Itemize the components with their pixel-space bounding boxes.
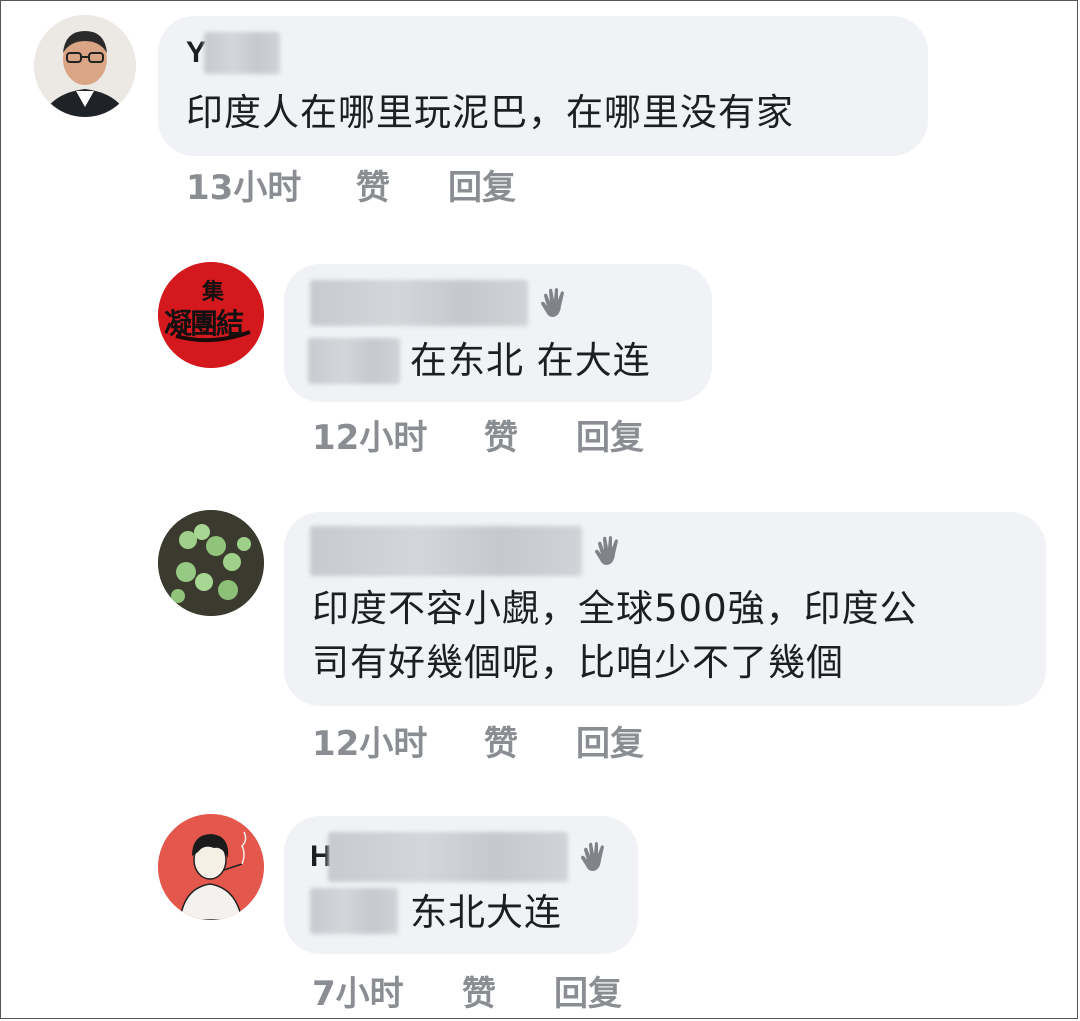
- avatar-user-4[interactable]: [158, 814, 264, 920]
- comment-text-1: 印度人在哪里玩泥巴，在哪里没有家: [186, 86, 794, 140]
- wave-hand-icon[interactable]: [578, 840, 612, 874]
- commenter-name-2[interactable]: [310, 280, 572, 326]
- reply-button[interactable]: 回复: [576, 716, 644, 765]
- avatar-user-3[interactable]: [158, 510, 264, 616]
- avatar-illustration-icon: [158, 814, 264, 920]
- redacted-name: [310, 526, 582, 576]
- comment-meta-4: 7小时 赞 回复: [312, 966, 622, 1015]
- comment-line: 印度不容小覷，全球500強，印度公: [312, 587, 918, 630]
- redacted-mention: [308, 338, 400, 384]
- reply-button[interactable]: 回复: [576, 410, 644, 459]
- redacted-name: [327, 832, 568, 882]
- comment-meta-2: 12小时 赞 回复: [312, 410, 644, 459]
- commenter-name-4[interactable]: H: [310, 832, 612, 882]
- commenter-name-3[interactable]: [310, 526, 626, 576]
- reply-button[interactable]: 回复: [448, 160, 516, 209]
- comment-line: 在东北 在大连: [410, 339, 651, 382]
- comment-text-3: 印度不容小覷，全球500強，印度公 司有好幾個呢，比咱少不了幾個: [312, 582, 918, 690]
- timestamp: 12小时: [312, 724, 428, 764]
- like-button[interactable]: 赞: [462, 966, 554, 1015]
- timestamp: 7小时: [312, 974, 404, 1014]
- comment-text-4: 东北大连: [410, 886, 562, 940]
- wave-hand-icon[interactable]: [592, 534, 626, 568]
- like-button[interactable]: 赞: [484, 716, 576, 765]
- avatar-portrait-icon: [34, 15, 136, 117]
- comment-meta-1: 13小时 赞 回复: [186, 160, 516, 209]
- name-initial: Y: [186, 36, 207, 69]
- avatar-user-1[interactable]: [34, 15, 136, 117]
- timestamp: 12小时: [312, 418, 428, 458]
- redacted-name: [204, 32, 281, 74]
- comment-line: 东北大连: [410, 891, 562, 934]
- reply-button[interactable]: 回复: [554, 966, 622, 1015]
- comment-line: 印度人在哪里玩泥巴，在哪里没有家: [186, 91, 794, 134]
- comment-meta-3: 12小时 赞 回复: [312, 716, 644, 765]
- like-button[interactable]: 赞: [484, 410, 576, 459]
- redacted-mention: [310, 888, 398, 934]
- avatar-user-2[interactable]: 集 凝團結: [158, 262, 264, 368]
- commenter-name-1[interactable]: Y: [186, 32, 281, 74]
- timestamp: 13小时: [186, 168, 302, 208]
- like-button[interactable]: 赞: [356, 160, 448, 209]
- redacted-name: [310, 280, 528, 326]
- comment-text-2: 在东北 在大连: [410, 334, 651, 388]
- comment-line: 司有好幾個呢，比咱少不了幾個: [312, 641, 844, 684]
- wave-hand-icon[interactable]: [538, 286, 572, 320]
- avatar-text-main: 凝團結: [164, 307, 244, 340]
- avatar-clover-icon: [158, 510, 264, 616]
